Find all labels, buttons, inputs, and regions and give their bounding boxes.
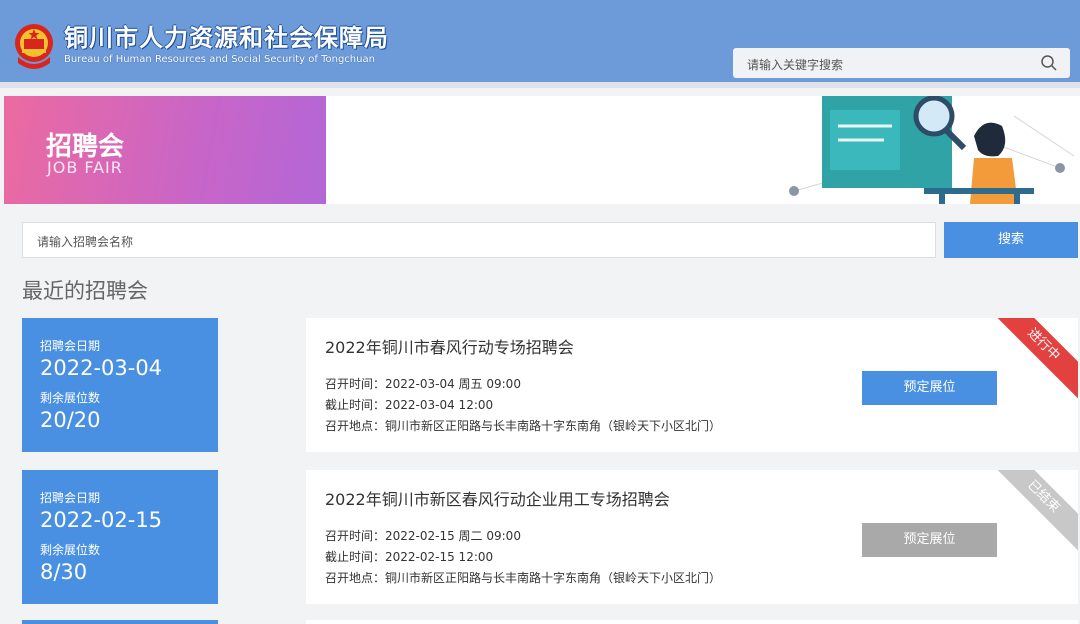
banner-subtitle: JOB FAIR bbox=[47, 158, 123, 177]
fair-card[interactable]: 2022年铜川市新区春风行动企业用工专场招聘会 召开时间：2022-02-15 … bbox=[306, 470, 1078, 604]
status-badge: 已结束 bbox=[987, 470, 1078, 553]
site-search-placeholder: 请输入关键字搜索 bbox=[747, 58, 844, 72]
book-booth-button[interactable]: 预定展位 bbox=[862, 523, 997, 557]
fair-date-box: 招聘会日期 2022-02-15 剩余展位数 8/30 bbox=[22, 470, 218, 604]
national-emblem-icon bbox=[15, 24, 53, 69]
fair-name[interactable]: 2022年铜川市新区春风行动企业用工专场招聘会 bbox=[325, 486, 670, 510]
section-title: 最近的招聘会 bbox=[22, 279, 148, 303]
fair-slots: 20/20 bbox=[40, 408, 101, 432]
site-title: 铜川市人力资源和社会保障局 bbox=[64, 24, 389, 52]
fair-slots-label: 剩余展位数 bbox=[40, 543, 101, 557]
banner-illustration-icon bbox=[789, 96, 1075, 204]
search-icon[interactable] bbox=[1040, 54, 1058, 72]
fair-slots-label: 剩余展位数 bbox=[40, 391, 101, 405]
fair-close-time: 截止时间：2022-03-04 12:00 bbox=[325, 398, 494, 412]
job-fair-banner: 招聘会 JOB FAIR bbox=[4, 96, 1080, 204]
fair-card[interactable] bbox=[306, 620, 1078, 624]
site-subtitle: Bureau of Human Resources and Social Sec… bbox=[64, 54, 375, 65]
site-search-input[interactable]: 请输入关键字搜索 bbox=[733, 48, 1070, 78]
fair-date-label: 招聘会日期 bbox=[40, 339, 101, 353]
fair-card[interactable]: 2022年铜川市春风行动专场招聘会 召开时间：2022-03-04 周五 09:… bbox=[306, 318, 1078, 452]
status-badge: 进行中 bbox=[987, 318, 1078, 401]
job-fair-search-button[interactable]: 搜索 bbox=[944, 222, 1078, 258]
job-fair-search-placeholder: 请输入招聘会名称 bbox=[37, 235, 134, 249]
job-fair-search-input[interactable]: 请输入招聘会名称 bbox=[22, 222, 936, 258]
fair-slots: 8/30 bbox=[40, 560, 88, 584]
fair-date: 2022-02-15 bbox=[40, 508, 163, 532]
banner-title-block: 招聘会 JOB FAIR bbox=[4, 96, 326, 204]
fair-date: 2022-03-04 bbox=[40, 356, 163, 380]
fair-open-time: 召开时间：2022-03-04 周五 09:00 bbox=[325, 377, 521, 391]
fair-location: 召开地点：铜川市新区正阳路与长丰南路十字东南角（银岭天下小区北门） bbox=[325, 419, 722, 433]
fair-name[interactable]: 2022年铜川市春风行动专场招聘会 bbox=[325, 334, 574, 358]
fair-open-time: 召开时间：2022-02-15 周二 09:00 bbox=[325, 529, 521, 543]
fair-date-box: 招聘会日期 2022-03-04 剩余展位数 20/20 bbox=[22, 318, 218, 452]
site-header: 铜川市人力资源和社会保障局 Bureau of Human Resources … bbox=[0, 0, 1080, 88]
fair-date-box bbox=[22, 620, 218, 624]
fair-close-time: 截止时间：2022-02-15 12:00 bbox=[325, 550, 494, 564]
book-booth-button[interactable]: 预定展位 bbox=[862, 371, 997, 405]
fair-date-label: 招聘会日期 bbox=[40, 491, 101, 505]
fair-location: 召开地点：铜川市新区正阳路与长丰南路十字东南角（银岭天下小区北门） bbox=[325, 571, 722, 585]
